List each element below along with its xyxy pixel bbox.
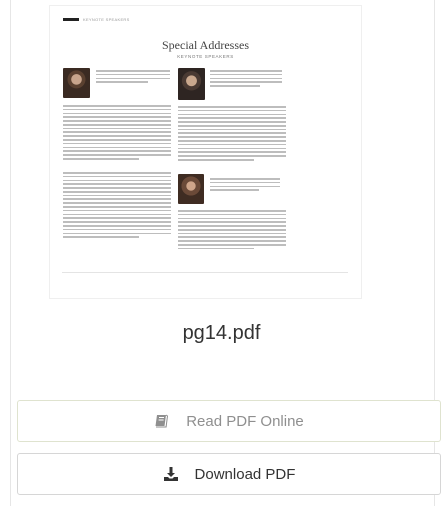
column-1-text	[63, 105, 171, 162]
download-pdf-button[interactable]: Download PDF	[17, 453, 441, 495]
pdf-thumbnail[interactable]: KEYNOTE SPEAKERS Special Addresses KEYNO…	[50, 6, 361, 298]
download-pdf-label: Download PDF	[194, 465, 296, 483]
column-1-text-2	[63, 172, 171, 240]
column-2-text	[178, 106, 286, 163]
speaker-photo-2	[178, 68, 205, 100]
speaker-photo-3	[178, 174, 204, 204]
page-footer-rule	[62, 272, 348, 273]
pdf-page-preview: KEYNOTE SPEAKERS Special Addresses KEYNO…	[50, 6, 361, 298]
speaker-photo-1	[63, 68, 90, 98]
speaker-2-caption	[210, 70, 282, 89]
read-pdf-online-button[interactable]: Read PDF Online	[17, 400, 441, 442]
page-title: Special Addresses	[162, 38, 249, 52]
page-subtitle: KEYNOTE SPEAKERS	[177, 54, 234, 59]
file-name: pg14.pdf	[182, 322, 261, 344]
speaker-1-caption	[96, 70, 170, 85]
page-header-text: KEYNOTE SPEAKERS	[83, 17, 130, 22]
page-header-bar	[63, 18, 79, 21]
pdf-card: KEYNOTE SPEAKERS Special Addresses KEYNO…	[0, 0, 443, 506]
card-left-border	[10, 0, 11, 506]
speaker-3-caption	[210, 178, 280, 193]
read-pdf-online-label: Read PDF Online	[186, 412, 304, 430]
download-icon	[163, 466, 179, 482]
book-icon	[154, 413, 170, 429]
column-2-text-2	[178, 210, 286, 252]
